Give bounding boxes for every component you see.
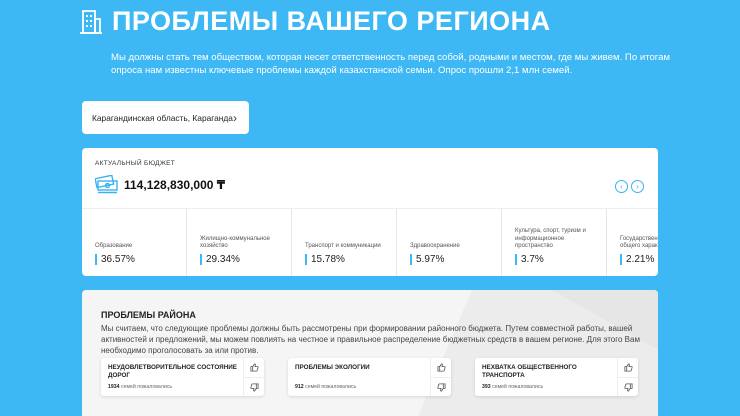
problem-title: ПРОБЛЕМЫ ЭКОЛОГИИ — [295, 364, 370, 371]
category-name: Здравоохранение — [410, 242, 460, 249]
category-value: 5.97% — [410, 254, 444, 265]
chevron-right-icon: › — [233, 110, 237, 125]
thumbs-up-icon — [623, 363, 633, 372]
thumbs-down-icon — [623, 382, 633, 392]
carousel-arrows: ‹ › — [615, 180, 644, 193]
problem-card: НЕУДОВЛЕТВОРИТЕЛЬНОЕ СОСТОЯНИЕ ДОРОГ 193… — [101, 358, 264, 396]
district-problems-card: ПРОБЛЕМЫ РАЙОНА Мы считаем, что следующи… — [82, 290, 658, 416]
thumbs-up-button[interactable] — [618, 358, 638, 377]
budget-category[interactable]: Транспорт и коммуникации 15.78% — [292, 209, 397, 276]
problem-count: 1934 семей пожаловались — [108, 384, 173, 390]
vote-buttons — [617, 358, 638, 396]
problems-title: ПРОБЛЕМЫ РАЙОНА — [101, 310, 196, 320]
region-selector[interactable]: Карагандинская область, Караганда › — [82, 101, 249, 134]
category-value: 15.78% — [305, 254, 345, 265]
prev-arrow-button[interactable]: ‹ — [615, 180, 628, 193]
thumbs-up-icon — [249, 363, 259, 372]
category-name: Образование — [95, 242, 133, 249]
problem-card: ПРОБЛЕМЫ ЭКОЛОГИИ 912 семей пожаловались — [288, 358, 451, 396]
page-lead: Мы должны стать тем обществом, которая н… — [111, 52, 671, 76]
thumbs-down-button[interactable] — [618, 377, 638, 396]
money-stack-icon — [95, 175, 118, 194]
budget-category[interactable]: Жилищно-коммунальное хозяйство 29.34% — [187, 209, 292, 276]
budget-card: АКТУАЛЬНЫЙ БЮДЖЕТ 114,128,830,000 ₸ ‹ › … — [82, 148, 658, 276]
budget-category[interactable]: Образование 36.57% — [82, 209, 187, 276]
budget-category[interactable]: Культура, спорт, туризм и информационное… — [502, 209, 607, 276]
budget-amount: 114,128,830,000 ₸ — [124, 178, 226, 192]
problem-card: НЕХВАТКА ОБЩЕСТВЕННОГО ТРАНСПОРТА 393 се… — [475, 358, 638, 396]
region-label: Карагандинская область, Караганда — [92, 112, 233, 123]
thumbs-up-button[interactable] — [431, 358, 451, 377]
budget-category[interactable]: Здравоохранение 5.97% — [397, 209, 502, 276]
category-value: 36.57% — [95, 254, 135, 265]
problems-description: Мы считаем, что следующие проблемы должн… — [101, 324, 640, 356]
thumbs-up-icon — [436, 363, 446, 372]
budget-category[interactable]: Государственные услуги общего характера … — [607, 209, 658, 276]
budget-categories: Образование 36.57% Жилищно-коммунальное … — [82, 208, 658, 276]
vote-buttons — [430, 358, 451, 396]
category-name: Культура, спорт, туризм и информационное… — [515, 228, 586, 249]
thumbs-up-button[interactable] — [244, 358, 264, 377]
category-name: Государственные услуги общего характера — [620, 235, 658, 249]
category-value: 29.34% — [200, 254, 240, 265]
page-title: ПРОБЛЕМЫ ВАШЕГО РЕГИОНА — [112, 6, 551, 36]
category-name: Транспорт и коммуникации — [305, 242, 381, 249]
thumbs-down-button[interactable] — [431, 377, 451, 396]
page-header: ПРОБЛЕМЫ ВАШЕГО РЕГИОНА — [80, 6, 551, 37]
next-arrow-button[interactable]: › — [631, 180, 644, 193]
budget-label: АКТУАЛЬНЫЙ БЮДЖЕТ — [95, 160, 176, 167]
problem-title: НЕХВАТКА ОБЩЕСТВЕННОГО ТРАНСПОРТА — [482, 364, 577, 379]
problem-count: 912 семей пожаловались — [295, 384, 357, 390]
thumbs-down-icon — [249, 382, 259, 392]
problem-title: НЕУДОВЛЕТВОРИТЕЛЬНОЕ СОСТОЯНИЕ ДОРОГ — [108, 364, 237, 379]
category-value: 3.7% — [515, 254, 544, 265]
problem-count: 393 семей пожаловались — [482, 384, 544, 390]
thumbs-down-button[interactable] — [244, 377, 264, 396]
thumbs-down-icon — [436, 382, 446, 392]
category-value: 2.21% — [620, 254, 654, 265]
category-name: Жилищно-коммунальное хозяйство — [200, 235, 270, 249]
building-icon — [80, 9, 102, 34]
vote-buttons — [243, 358, 264, 396]
